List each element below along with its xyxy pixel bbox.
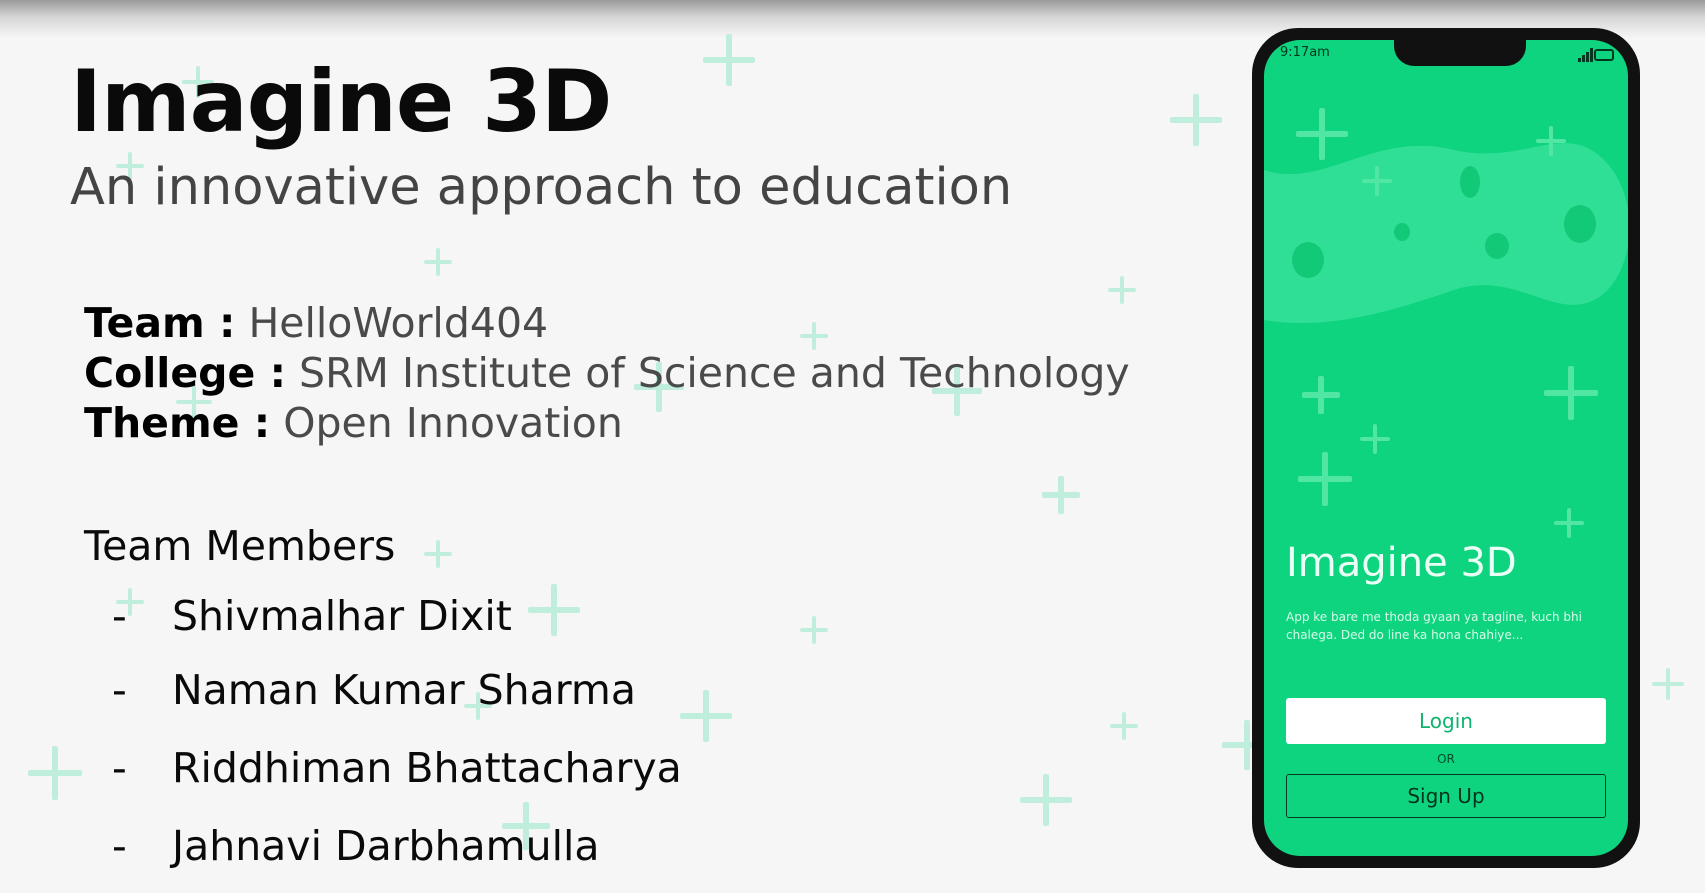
plus-icon [1110, 712, 1138, 740]
plus-icon [424, 248, 452, 276]
login-button[interactable]: Login [1286, 698, 1606, 744]
plus-icon [1536, 126, 1566, 156]
theme-row: Theme : Open Innovation [84, 398, 1130, 448]
bullet-dash: - [112, 592, 127, 640]
app-title: Imagine 3D [1286, 540, 1517, 586]
team-info: Team : HelloWorld404 College : SRM Insti… [84, 298, 1130, 448]
plus-icon [528, 584, 580, 636]
plus-icon [1362, 166, 1392, 196]
plus-icon [1170, 94, 1222, 146]
battery-icon [1594, 49, 1614, 61]
signup-button[interactable]: Sign Up [1286, 774, 1606, 818]
theme-value: Open Innovation [283, 399, 623, 447]
plus-icon [1544, 366, 1598, 420]
bullet-dash: - [112, 666, 127, 714]
college-label: College : [84, 349, 286, 397]
college-row: College : SRM Institute of Science and T… [84, 348, 1130, 398]
team-members-heading: Team Members [84, 522, 396, 570]
plus-icon [1652, 668, 1684, 700]
blob-decoration [1264, 143, 1628, 324]
page-subtitle: An innovative approach to education [70, 158, 1013, 217]
plus-icon [800, 616, 828, 644]
plus-icon [703, 34, 755, 86]
or-divider: OR [1437, 752, 1455, 766]
college-value: SRM Institute of Science and Technology [299, 349, 1130, 397]
plus-icon [1554, 508, 1584, 538]
team-row: Team : HelloWorld404 [84, 298, 1130, 348]
member-item: - Naman Kumar Sharma [112, 666, 636, 714]
phone-screen: 9:17am Imagine 3D App ke bare me thoda g… [1264, 40, 1628, 856]
plus-icon [424, 540, 452, 568]
plus-icon [1360, 424, 1390, 454]
plus-icon [680, 690, 732, 742]
plus-icon [1298, 452, 1352, 506]
member-name: Shivmalhar Dixit [172, 592, 512, 640]
bullet-dash: - [112, 822, 127, 870]
team-label: Team : [84, 299, 236, 347]
plus-icon [1020, 774, 1072, 826]
member-name: Naman Kumar Sharma [172, 666, 636, 714]
plus-icon [1296, 108, 1348, 160]
app-tagline: App ke bare me thoda gyaan ya tagline, k… [1286, 610, 1582, 642]
member-name: Riddhiman Bhattacharya [172, 744, 682, 792]
theme-label: Theme : [84, 399, 271, 447]
member-name: Jahnavi Darbhamulla [172, 822, 600, 870]
page-title: Imagine 3D [70, 52, 612, 152]
plus-icon [1042, 476, 1080, 514]
bullet-dash: - [112, 744, 127, 792]
phone-notch [1394, 40, 1526, 66]
member-item: - Riddhiman Bhattacharya [112, 744, 682, 792]
team-value: HelloWorld404 [248, 299, 549, 347]
status-time: 9:17am [1280, 45, 1330, 60]
member-item: - Shivmalhar Dixit [112, 592, 512, 640]
plus-icon [1302, 376, 1340, 414]
plus-icon [28, 746, 82, 800]
phone-mockup: 9:17am Imagine 3D App ke bare me thoda g… [1252, 28, 1640, 868]
signal-icon [1578, 48, 1594, 62]
member-item: - Jahnavi Darbhamulla [112, 822, 600, 870]
